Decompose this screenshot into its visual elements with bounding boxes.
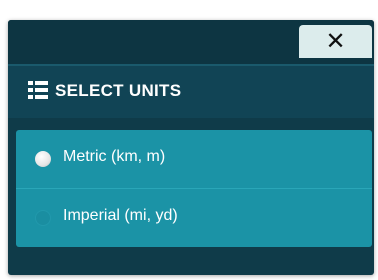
dialog-title: SELECT UNITS	[55, 81, 182, 100]
radio-unselected-icon[interactable]	[35, 210, 51, 226]
option-imperial[interactable]: Imperial (mi, yd)	[16, 189, 372, 247]
radio-selected-icon[interactable]	[35, 151, 51, 167]
dialog-topbar: ✕	[8, 20, 374, 64]
option-metric[interactable]: Metric (km, m)	[16, 130, 372, 189]
close-icon: ✕	[325, 27, 346, 55]
option-label: Imperial (mi, yd)	[63, 207, 178, 224]
option-label: Metric (km, m)	[63, 148, 166, 165]
units-dialog: ✕ SELECT UNITS Metric (km, m) Imperial (…	[8, 20, 374, 275]
list-icon	[28, 81, 48, 99]
dialog-header: SELECT UNITS	[8, 64, 374, 118]
close-button[interactable]: ✕	[299, 25, 372, 58]
units-option-list: Metric (km, m) Imperial (mi, yd)	[16, 130, 372, 247]
